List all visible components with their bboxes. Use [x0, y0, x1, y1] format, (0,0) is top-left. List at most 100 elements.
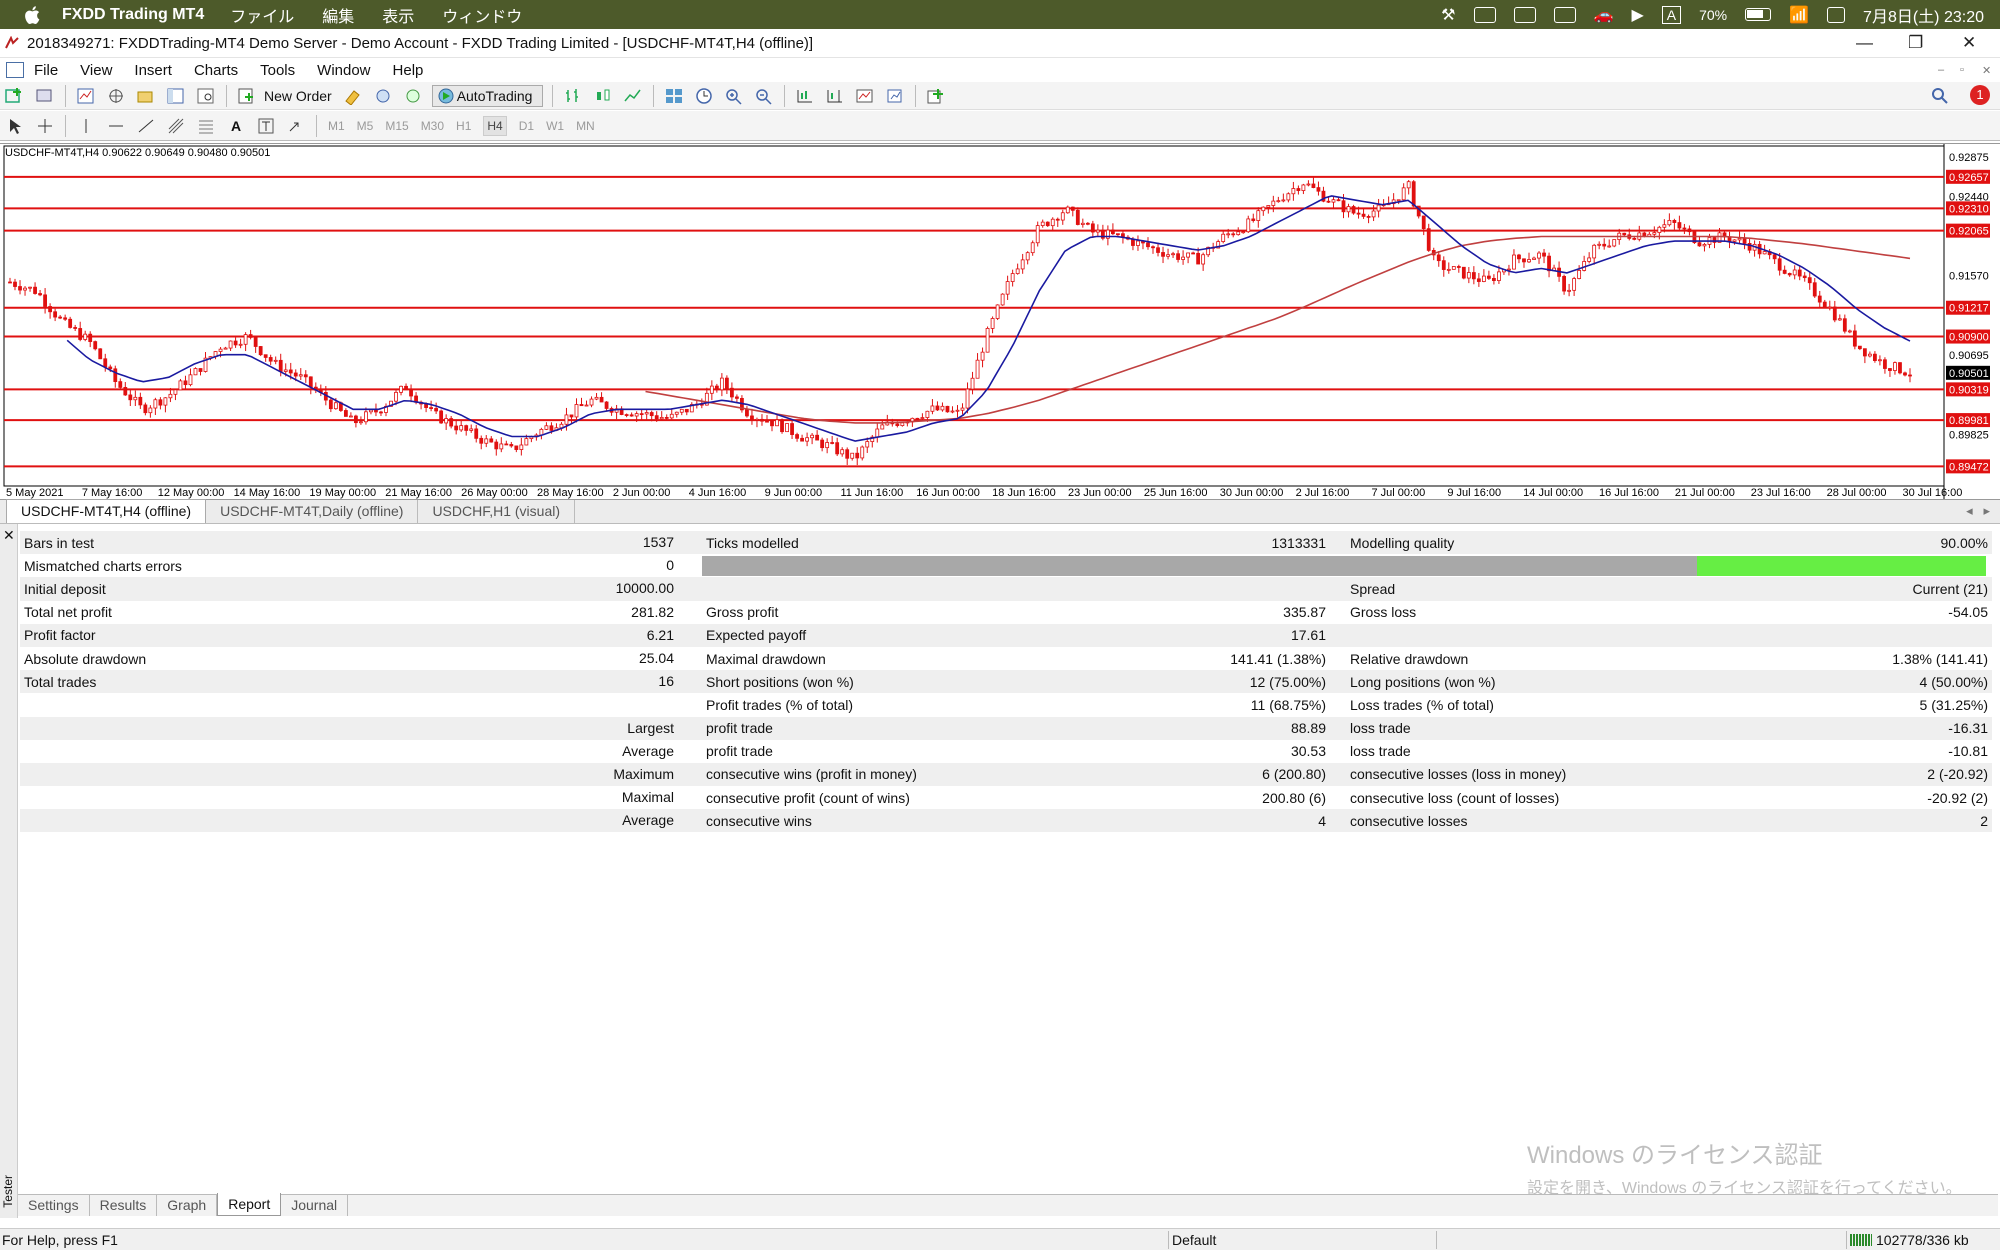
- mdi-minimize-button[interactable]: ‒: [1938, 64, 1944, 76]
- doc-icon[interactable]: [6, 62, 24, 78]
- chart-tab-h1-visual[interactable]: USDCHF,H1 (visual): [418, 500, 576, 523]
- equidistant-channel-icon[interactable]: [165, 115, 187, 137]
- candle-body: [188, 374, 193, 386]
- app-name[interactable]: FXDD Trading MT4: [62, 6, 204, 24]
- tile-windows-icon[interactable]: [663, 85, 685, 107]
- tab-settings[interactable]: Settings: [18, 1194, 90, 1216]
- menu-insert[interactable]: Insert: [134, 62, 172, 79]
- data-window-icon[interactable]: [105, 85, 127, 107]
- autotrading-button[interactable]: AutoTrading: [431, 84, 544, 107]
- line-chart-icon[interactable]: [622, 85, 644, 107]
- new-chart-icon[interactable]: [4, 85, 26, 107]
- toolbar-separator: [915, 84, 917, 107]
- new-order-icon[interactable]: [236, 85, 258, 107]
- mismatched-number: 0: [666, 557, 674, 574]
- display-icon[interactable]: [1473, 6, 1496, 23]
- tester-close-icon[interactable]: ✕: [3, 527, 15, 544]
- periods-icon[interactable]: [693, 85, 715, 107]
- chart-tab-h4[interactable]: USDCHF-MT4T,H4 (offline): [6, 499, 207, 523]
- tab-report[interactable]: Report: [217, 1193, 282, 1216]
- timeframe-w1[interactable]: W1: [546, 119, 564, 133]
- mdi-close-button[interactable]: ✕: [1982, 64, 1991, 77]
- new-order-button[interactable]: New Order: [264, 88, 332, 104]
- tab-graph[interactable]: Graph: [157, 1194, 218, 1216]
- market-icon[interactable]: [402, 85, 424, 107]
- close-button[interactable]: ✕: [1962, 33, 1976, 53]
- timeframe-d1[interactable]: D1: [519, 119, 534, 133]
- candlesticks-icon[interactable]: [592, 85, 614, 107]
- menu-file[interactable]: File: [34, 62, 58, 79]
- battery-icon[interactable]: [1745, 8, 1772, 21]
- terminal-icon[interactable]: [165, 85, 187, 107]
- templates-icon[interactable]: [884, 85, 906, 107]
- tools-icon[interactable]: ⚒: [1441, 5, 1455, 25]
- mac-menu-edit[interactable]: 編集: [322, 3, 354, 27]
- profiles-icon[interactable]: [34, 85, 56, 107]
- input-mode-indicator[interactable]: A: [1661, 5, 1682, 24]
- vertical-line-icon[interactable]: [75, 115, 97, 137]
- apple-icon[interactable]: [22, 4, 44, 26]
- tab-journal[interactable]: Journal: [281, 1194, 349, 1216]
- largest-label-cell: Largest: [627, 716, 680, 740]
- timeframe-m1[interactable]: M1: [328, 119, 345, 133]
- zoom-in-icon[interactable]: [723, 85, 745, 107]
- fibonacci-icon[interactable]: [195, 115, 217, 137]
- mac-menu-file[interactable]: ファイル: [230, 3, 294, 27]
- modelling-quality-value: 90.00%: [1790, 531, 1992, 555]
- split-view-icon[interactable]: [1513, 6, 1536, 23]
- menu-window[interactable]: Window: [317, 62, 370, 79]
- time-tick-label: 12 May 00:00: [158, 487, 225, 499]
- arrows-icon[interactable]: [285, 115, 307, 137]
- wifi-icon[interactable]: 📶: [1789, 5, 1809, 25]
- minimize-button[interactable]: —: [1856, 33, 1873, 53]
- tab-results[interactable]: Results: [90, 1194, 158, 1216]
- zoom-out-icon[interactable]: [753, 85, 775, 107]
- indicators-icon[interactable]: [854, 85, 876, 107]
- crosshair-icon[interactable]: [34, 115, 56, 137]
- clock[interactable]: 7月8日(土) 23:20: [1863, 3, 1984, 27]
- text-label-icon[interactable]: [255, 115, 277, 137]
- trendline-icon[interactable]: [135, 115, 157, 137]
- candle-body: [449, 418, 454, 427]
- timeframe-h1[interactable]: H1: [456, 119, 471, 133]
- notification-badge[interactable]: 1: [1970, 85, 1990, 105]
- timeframe-m5[interactable]: M5: [357, 119, 374, 133]
- price-chart[interactable]: 0.92657 0.92310 0.92065 0.91217 0.90900 0.903…: [0, 143, 2000, 500]
- tab-scroll-arrows[interactable]: ◂ ▸: [1966, 503, 1990, 519]
- car-icon[interactable]: 🚗: [1594, 5, 1614, 25]
- chart-tab-daily[interactable]: USDCHF-MT4T,Daily (offline): [206, 500, 419, 523]
- mdi-restore-button[interactable]: ▫: [1960, 64, 1964, 76]
- candle-body: [1476, 278, 1481, 282]
- candle-body: [1481, 275, 1486, 282]
- bar-chart-icon[interactable]: [562, 85, 584, 107]
- add-toolbar-icon[interactable]: [925, 85, 947, 107]
- market-watch-icon[interactable]: [75, 85, 97, 107]
- control-center-icon[interactable]: [1827, 6, 1846, 23]
- restore-button[interactable]: ❐: [1908, 33, 1923, 53]
- strategy-tester-icon[interactable]: [195, 85, 217, 107]
- metaeditor-icon[interactable]: [342, 85, 364, 107]
- maximal-label-cell: Maximal: [622, 786, 680, 810]
- play-icon[interactable]: ▶: [1631, 5, 1643, 25]
- mac-menu-window[interactable]: ウィンドウ: [442, 3, 522, 27]
- timeframe-mn[interactable]: MN: [576, 119, 595, 133]
- mac-menu-view[interactable]: 表示: [382, 3, 414, 27]
- search-icon[interactable]: [1930, 86, 1950, 111]
- auto-scroll-icon[interactable]: [794, 85, 816, 107]
- timeframe-m15[interactable]: M15: [385, 119, 408, 133]
- signals-icon[interactable]: [372, 85, 394, 107]
- window-icon[interactable]: [1553, 6, 1576, 23]
- menu-tools[interactable]: Tools: [260, 62, 295, 79]
- timeframe-m30[interactable]: M30: [421, 119, 444, 133]
- horizontal-line-icon[interactable]: [105, 115, 127, 137]
- navigator-icon[interactable]: [135, 85, 157, 107]
- menu-view[interactable]: View: [80, 62, 112, 79]
- menu-help[interactable]: Help: [393, 62, 424, 79]
- chart-canvas[interactable]: 0.92657 0.92310 0.92065 0.91217 0.90900 0.903…: [0, 144, 2000, 499]
- cursor-icon[interactable]: [4, 115, 26, 137]
- chart-shift-icon[interactable]: [824, 85, 846, 107]
- text-icon[interactable]: A: [225, 115, 247, 137]
- menu-charts[interactable]: Charts: [194, 62, 238, 79]
- timeframe-h4[interactable]: H4: [483, 115, 507, 136]
- candle-body: [1316, 187, 1321, 192]
